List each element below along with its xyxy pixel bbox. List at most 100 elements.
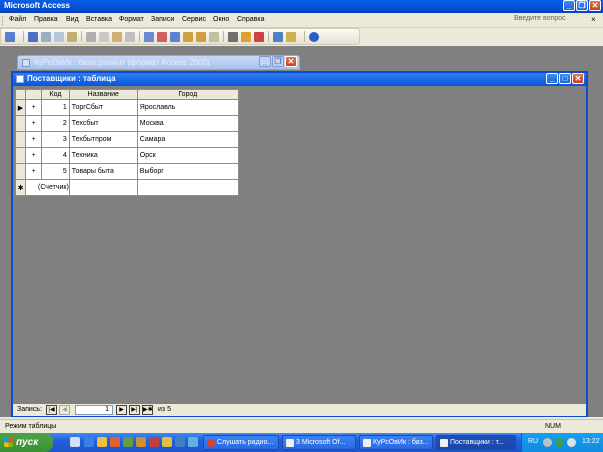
table-row[interactable]: + 3 Техбытпром Самара xyxy=(15,131,239,148)
cell-name[interactable]: Техбытпром xyxy=(68,131,138,148)
column-header-city[interactable]: Город xyxy=(136,89,239,100)
save-icon[interactable] xyxy=(28,32,38,42)
menu-insert[interactable]: Вставка xyxy=(86,16,112,23)
menu-window[interactable]: Окно xyxy=(213,16,229,23)
hyperlink-icon[interactable] xyxy=(144,32,154,42)
ie-icon[interactable] xyxy=(84,437,94,447)
view-icon[interactable] xyxy=(5,32,15,42)
app-icon[interactable] xyxy=(175,437,185,447)
task-radio[interactable]: Слушать радио... xyxy=(203,435,279,450)
row-selector[interactable] xyxy=(15,147,26,164)
row-selector[interactable] xyxy=(15,131,26,148)
table-close-button[interactable]: ✕ xyxy=(572,73,584,84)
table-minimize-button[interactable]: _ xyxy=(546,73,558,84)
folder-icon[interactable] xyxy=(97,437,107,447)
cell-name[interactable]: Товары быта xyxy=(68,163,138,180)
record-number-input[interactable]: 1 xyxy=(75,405,113,415)
close-document-icon[interactable]: × xyxy=(591,15,596,24)
desktop-icon[interactable] xyxy=(70,437,80,447)
table-row[interactable]: + 4 Техника Орск xyxy=(15,147,239,164)
current-row-marker-icon[interactable]: ▶ xyxy=(15,99,26,116)
select-all-cell[interactable] xyxy=(15,89,26,100)
paste-icon[interactable] xyxy=(112,32,122,42)
sort-ascending-icon[interactable] xyxy=(157,32,167,42)
tray-arrow-icon[interactable] xyxy=(543,438,552,447)
cell-city[interactable]: Самара xyxy=(136,131,239,148)
app-icon[interactable] xyxy=(162,437,172,447)
cell-id[interactable]: 4 xyxy=(41,147,70,164)
cell-city-new[interactable] xyxy=(136,179,239,196)
apply-filter-icon[interactable] xyxy=(209,32,219,42)
expand-icon[interactable]: + xyxy=(24,115,43,132)
last-record-button[interactable]: ▶| xyxy=(129,405,140,415)
previous-record-button[interactable]: ◀ xyxy=(59,405,70,415)
table-row[interactable]: + 2 Техсбыт Москва xyxy=(15,115,239,132)
cell-id[interactable]: 5 xyxy=(41,163,70,180)
cell-name[interactable]: Техника xyxy=(68,147,138,164)
cell-id-new[interactable]: (Счетчик) xyxy=(25,179,70,196)
table-row[interactable]: + 5 Товары быта Выборг xyxy=(15,163,239,180)
new-object-icon[interactable] xyxy=(286,32,296,42)
language-indicator[interactable]: RU xyxy=(528,438,538,445)
column-header-name[interactable]: Название xyxy=(68,89,138,100)
find-icon[interactable] xyxy=(228,32,238,42)
cell-id[interactable]: 2 xyxy=(41,115,70,132)
minimize-button[interactable]: _ xyxy=(563,0,575,11)
undo-icon[interactable] xyxy=(125,32,135,42)
new-record-nav-button[interactable]: ▶✱ xyxy=(142,405,153,415)
menu-help[interactable]: Справка xyxy=(237,16,264,23)
menu-view[interactable]: Вид xyxy=(66,16,79,23)
expand-icon[interactable]: + xyxy=(24,147,43,164)
copy-icon[interactable] xyxy=(99,32,109,42)
filter-selection-icon[interactable] xyxy=(183,32,193,42)
cell-id[interactable]: 1 xyxy=(41,99,70,116)
task-table[interactable]: Поставщики : т... xyxy=(436,435,516,450)
question-input[interactable]: Введите вопрос xyxy=(514,15,586,26)
print-preview-icon[interactable] xyxy=(54,32,64,42)
cell-city[interactable]: Орск xyxy=(136,147,239,164)
menu-format[interactable]: Формат xyxy=(119,16,144,23)
next-record-button[interactable]: ▶ xyxy=(116,405,127,415)
menu-edit[interactable]: Правка xyxy=(34,16,58,23)
database-window-icon[interactable] xyxy=(273,32,283,42)
messenger-icon[interactable] xyxy=(123,437,133,447)
new-record-icon[interactable] xyxy=(241,32,251,42)
app-icon[interactable] xyxy=(136,437,146,447)
menu-file[interactable]: Файл xyxy=(9,16,26,23)
row-selector[interactable] xyxy=(15,115,26,132)
filter-form-icon[interactable] xyxy=(196,32,206,42)
database-window[interactable]: КуРсОвИк : база данных (формат Access 20… xyxy=(17,55,300,70)
expand-icon[interactable]: + xyxy=(24,99,43,116)
cut-icon[interactable] xyxy=(86,32,96,42)
cell-city[interactable]: Выборг xyxy=(136,163,239,180)
menu-tools[interactable]: Сервис xyxy=(182,16,206,23)
column-header-id[interactable]: Код xyxy=(41,89,70,100)
help-icon[interactable] xyxy=(309,32,319,42)
app-icon[interactable] xyxy=(188,437,198,447)
table-row[interactable]: ▶ + 1 ТоргСбыт Ярославль xyxy=(15,99,239,116)
db-restore-button[interactable]: ❐ xyxy=(272,56,284,67)
first-record-button[interactable]: |◀ xyxy=(46,405,57,415)
spelling-icon[interactable] xyxy=(67,32,77,42)
start-button[interactable]: пуск xyxy=(0,433,53,452)
cell-id[interactable]: 3 xyxy=(41,131,70,148)
close-button[interactable]: ✕ xyxy=(589,0,601,11)
task-database[interactable]: КуРсОвИк : баз... xyxy=(359,435,433,450)
cell-city[interactable]: Ярославль xyxy=(136,99,239,116)
row-selector[interactable] xyxy=(15,163,26,180)
media-icon[interactable] xyxy=(110,437,120,447)
cell-name[interactable]: Техсбыт xyxy=(68,115,138,132)
app-icon[interactable] xyxy=(149,437,159,447)
table-maximize-button[interactable]: □ xyxy=(559,73,571,84)
network-icon[interactable] xyxy=(555,438,564,447)
menu-records[interactable]: Записи xyxy=(151,16,174,23)
new-record-icon[interactable]: ✱ xyxy=(15,179,26,196)
db-minimize-button[interactable]: _ xyxy=(259,56,271,67)
db-close-button[interactable]: ✕ xyxy=(285,56,297,67)
cell-name[interactable]: ТоргСбыт xyxy=(68,99,138,116)
print-icon[interactable] xyxy=(41,32,51,42)
cell-city[interactable]: Москва xyxy=(136,115,239,132)
expand-icon[interactable]: + xyxy=(24,131,43,148)
cell-name-new[interactable] xyxy=(68,179,138,196)
volume-icon[interactable] xyxy=(567,438,576,447)
